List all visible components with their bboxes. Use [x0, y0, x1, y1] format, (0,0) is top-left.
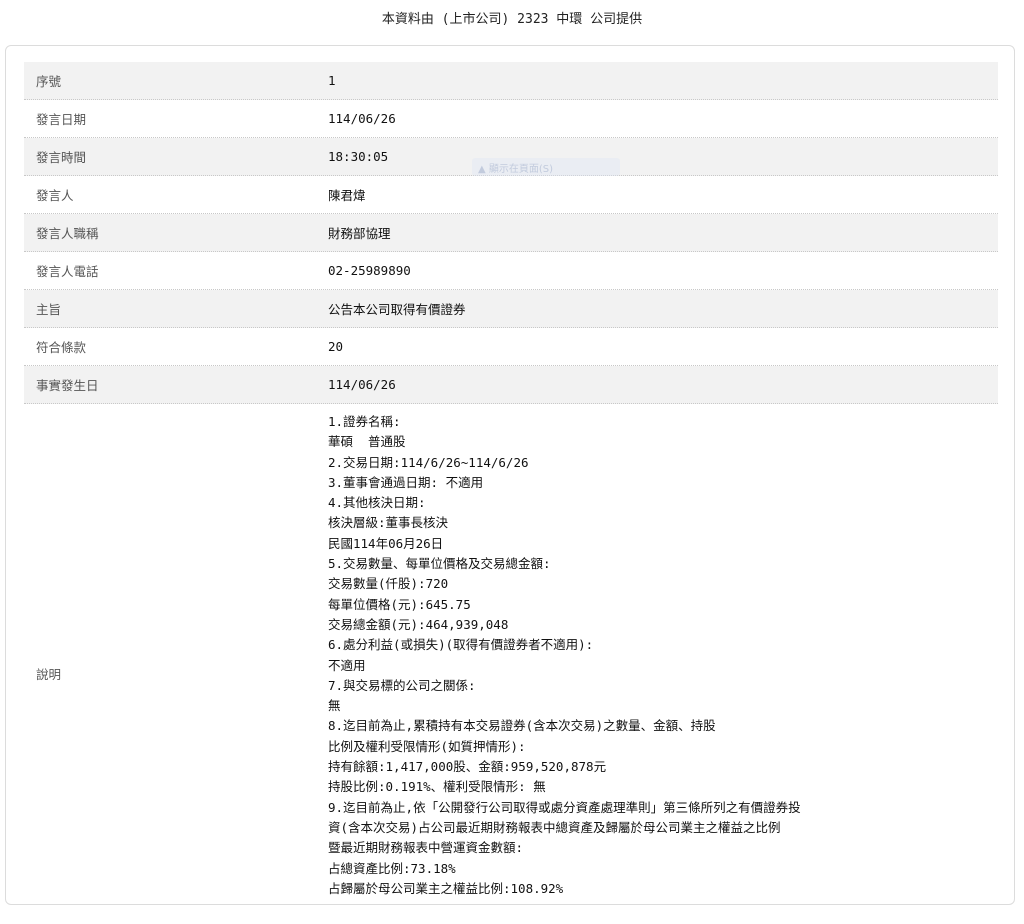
row-label: 主旨 [36, 302, 62, 317]
page-header: 本資料由 (上市公司) 2323 中環 公司提供 [0, 0, 1024, 40]
description-line: 持有餘額:1,417,000股、金額:959,520,878元 [328, 759, 607, 775]
table-row-subject: 主旨 公告本公司取得有價證券 [24, 290, 998, 328]
row-label: 序號 [36, 74, 62, 89]
description-line: 資(含本次交易)占公司最近期財務報表中總資產及歸屬於母公司業主之權益之比例 [328, 819, 781, 835]
row-value: 公告本公司取得有價證券 [328, 302, 466, 317]
description-line: 6.處分利益(或損失)(取得有價證券者不適用): [328, 637, 594, 653]
row-label: 發言人電話 [36, 264, 99, 279]
description-line: 核決層級:董事長核決 [328, 515, 449, 531]
description-line: 比例及權利受限情形(如質押情形): [328, 738, 526, 754]
row-label: 說明 [36, 667, 62, 682]
description-line: 占歸屬於母公司業主之權益比例:108.92% [328, 880, 564, 896]
announcement-table: 序號 1 發言日期 114/06/26 發言時間 18:30:05 發言人 陳君… [24, 62, 998, 924]
description-line: 占總資產比例:73.18% [328, 860, 456, 876]
description-line: 不適用 [328, 657, 366, 673]
row-value: 18:30:05 [328, 149, 389, 164]
description-line: 4.其他核決日期: [328, 495, 426, 511]
description-line: 每單位價格(元):645.75 [328, 596, 471, 612]
description-line: 7.與交易標的公司之關係: [328, 677, 476, 693]
table-row-fact-date: 事實發生日 114/06/26 [24, 366, 998, 404]
row-value: 02-25989890 [328, 263, 411, 278]
description-line: 1.證券名稱: [328, 414, 401, 429]
row-label: 發言時間 [36, 150, 87, 165]
row-label: 發言日期 [36, 112, 87, 127]
row-label: 事實發生日 [36, 378, 99, 393]
table-row-date: 發言日期 114/06/26 [24, 100, 998, 138]
row-value: 20 [328, 339, 344, 354]
description-line: 持股比例:0.191%、權利受限情形: 無 [328, 779, 546, 795]
description-line: 民國114年06月26日 [328, 535, 444, 551]
row-value: 1 [328, 73, 336, 88]
row-value: 財務部協理 [328, 226, 391, 241]
row-label: 發言人 [36, 188, 74, 203]
row-value: 114/06/26 [328, 111, 396, 126]
description-line: 8.迄目前為止,累積持有本交易證券(含本次交易)之數量、金額、持股 [328, 718, 716, 734]
page-title: 本資料由 (上市公司) 2323 中環 公司提供 [381, 12, 643, 27]
table-row-serial: 序號 1 [24, 62, 998, 100]
table-row-title: 發言人職稱 財務部協理 [24, 214, 998, 252]
description-text: 1.證券名稱: 華碩 普通股 2.交易日期:114/6/26~114/6/26 … [316, 404, 998, 924]
description-line: 3.董事會通過日期: 不適用 [328, 474, 484, 490]
description-line: 暨最近期財務報表中營運資金數額: [328, 840, 524, 856]
row-label: 符合條款 [36, 340, 87, 355]
description-line: 交易數量(仟股):720 [328, 576, 449, 592]
description-line: 9.迄目前為止,依「公開發行公司取得或處分資產處理準則」第三條所列之有價證券投 [328, 799, 801, 815]
table-row-phone: 發言人電話 02-25989890 [24, 252, 998, 290]
row-value: 114/06/26 [328, 377, 396, 392]
description-line: 華碩 普通股 [328, 434, 406, 450]
table-row-clause: 符合條款 20 [24, 328, 998, 366]
table-row-spokesperson: 發言人 陳君煒 [24, 176, 998, 214]
table-row-description: 說明 1.證券名稱: 華碩 普通股 2.交易日期:114/6/26~114/6/… [24, 404, 998, 924]
row-label: 發言人職稱 [36, 226, 99, 241]
description-line: 無 [328, 698, 341, 714]
description-line: 2.交易日期:114/6/26~114/6/26 [328, 454, 529, 470]
translucent-overlay-tooltip: ▲ 顯示在頁面(S) [472, 158, 620, 176]
overlay-text: ▲ 顯示在頁面(S) [478, 164, 554, 175]
description-line: 5.交易數量、每單位價格及交易總金額: [328, 556, 551, 572]
row-value: 陳君煒 [328, 188, 366, 203]
description-line: 交易總金額(元):464,939,048 [328, 616, 509, 632]
